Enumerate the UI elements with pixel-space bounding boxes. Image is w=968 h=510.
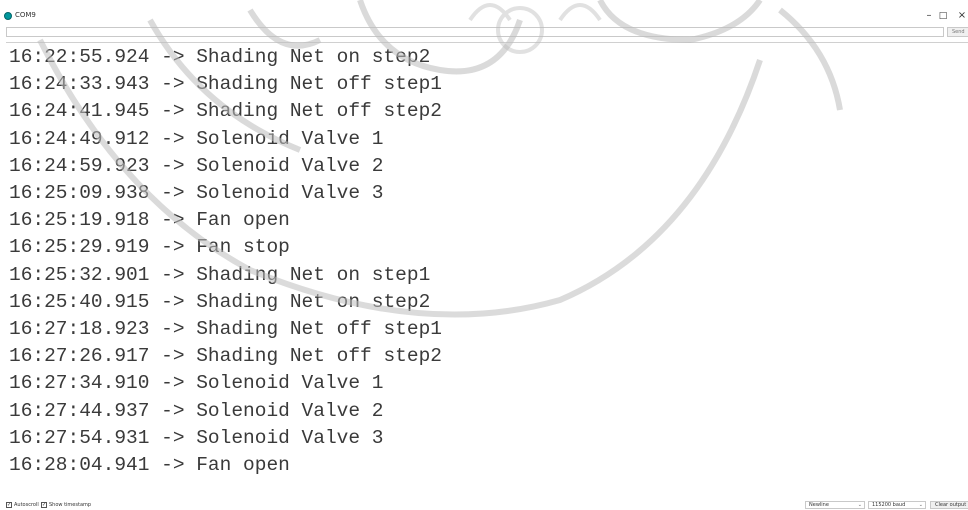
- baud-rate-select[interactable]: 115200 baud ⌄: [868, 501, 926, 509]
- maximize-button[interactable]: □: [935, 10, 951, 22]
- title-bar: COM9 – □ ×: [0, 0, 968, 24]
- log-line: 16:27:44.937 -> Solenoid Valve 2: [9, 399, 384, 422]
- send-input[interactable]: [6, 27, 944, 37]
- log-line: 16:28:04.941 -> Fan open: [9, 454, 290, 476]
- arduino-app-icon: [4, 12, 12, 20]
- log-line: 16:27:54.931 -> Solenoid Valve 3: [9, 426, 384, 449]
- log-line: 16:27:18.923 -> Shading Net off step1: [9, 318, 442, 340]
- close-button[interactable]: ×: [954, 10, 968, 22]
- log-line: 16:22:55.924 -> Shading Net on step2: [9, 46, 431, 68]
- log-line: 16:24:41.945 -> Shading Net off step2: [9, 100, 442, 123]
- autoscroll-checkbox[interactable]: ✓: [6, 502, 12, 508]
- log-line: 16:24:49.912 -> Solenoid Valve 1: [9, 127, 384, 150]
- log-line: 16:25:19.918 -> Fan open: [9, 209, 290, 232]
- log-line: 16:25:09.938 -> Solenoid Valve 3: [9, 182, 384, 204]
- status-bar: ✓ Autoscroll ✓ Show timestamp Newline ⌄ …: [0, 500, 968, 510]
- window-title: COM9: [15, 11, 36, 19]
- log-line: 16:25:32.901 -> Shading Net on step1: [9, 263, 431, 286]
- chevron-down-icon: ⌄: [857, 502, 862, 508]
- chevron-down-icon: ⌄: [918, 502, 923, 508]
- serial-output-area[interactable]: 16:22:55.924 -> Shading Net on step2 16:2…: [6, 42, 968, 499]
- log-line: 16:27:34.910 -> Solenoid Valve 1: [9, 372, 384, 395]
- autoscroll-label: Autoscroll: [14, 502, 39, 508]
- baud-rate-value: 115200 baud: [872, 502, 906, 508]
- show-timestamp-checkbox[interactable]: ✓: [41, 502, 47, 508]
- log-line: 16:25:29.919 -> Fan stop: [9, 236, 290, 259]
- line-ending-value: Newline: [809, 502, 829, 508]
- send-row: Send: [0, 26, 968, 40]
- serial-monitor-window: COM9 – □ × Send 16:22:55.924 -> Shading …: [0, 0, 968, 510]
- clear-output-button[interactable]: Clear output: [930, 501, 968, 509]
- log-line: 16:24:59.923 -> Solenoid Valve 2: [9, 154, 384, 177]
- show-timestamp-label: Show timestamp: [49, 502, 92, 508]
- log-line: 16:27:26.917 -> Shading Net off step2: [9, 345, 442, 368]
- log-line: 16:25:40.915 -> Shading Net on step2: [9, 290, 431, 313]
- send-button[interactable]: Send: [947, 27, 968, 37]
- log-line: 16:24:33.943 -> Shading Net off step1: [9, 73, 442, 96]
- line-ending-select[interactable]: Newline ⌄: [805, 501, 865, 509]
